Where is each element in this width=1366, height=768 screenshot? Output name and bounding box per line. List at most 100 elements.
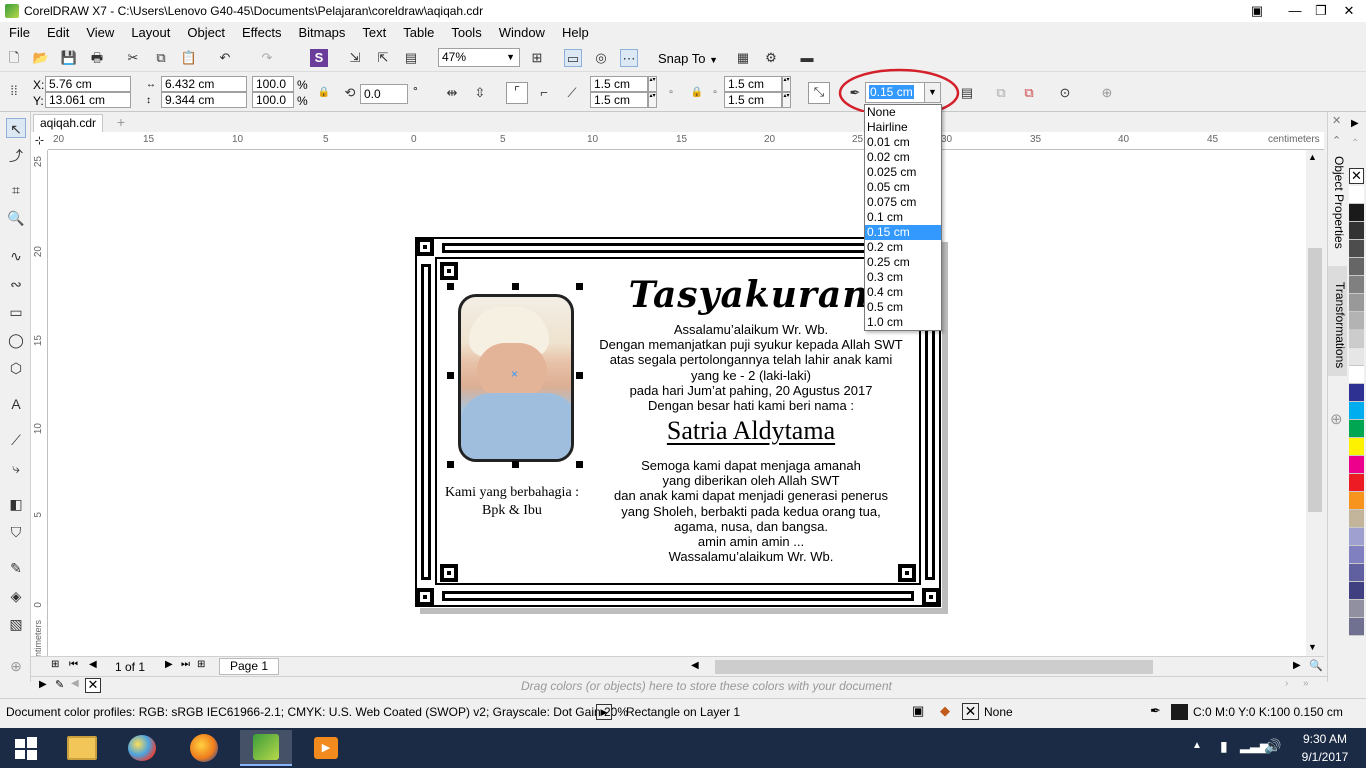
play-icon[interactable]: ▶ <box>596 704 612 720</box>
palette-menu-icon[interactable]: ▶ <box>1351 118 1359 129</box>
vertical-ruler[interactable]: 25 20 15 10 5 0 centimeters <box>31 150 48 667</box>
color-swatch[interactable] <box>1349 528 1364 546</box>
vertical-scrollbar[interactable]: ▲ ▼ <box>1306 150 1324 656</box>
object-properties-tab[interactable]: Object Properties <box>1330 156 1346 249</box>
paint-icon[interactable] <box>116 730 168 766</box>
palette-left-icon[interactable]: ◀ <box>71 678 79 689</box>
document-tab[interactable]: aqiqah.cdr <box>33 114 104 132</box>
full-screen-preview-icon[interactable]: ▭ <box>564 49 582 67</box>
firefox-icon[interactable] <box>178 730 230 766</box>
color-swatch[interactable] <box>1349 222 1364 240</box>
color-swatch[interactable] <box>1349 582 1364 600</box>
scale-width-field[interactable]: 100.0 <box>252 76 294 92</box>
card-body[interactable]: Assalamu’alaikum Wr. Wb. Dengan memanjat… <box>586 322 916 413</box>
relative-corner-icon[interactable]: ▫ <box>706 84 724 102</box>
new-document-icon[interactable]: 🗋 <box>5 49 23 67</box>
color-swatch[interactable] <box>1349 438 1364 456</box>
snap-to-dropdown[interactable]: Snap To ▼ <box>658 52 718 67</box>
outline-option[interactable]: 1.0 cm <box>865 315 941 330</box>
zoom-tool-icon[interactable]: 🔍 <box>6 208 26 228</box>
convert-to-curves-icon[interactable]: ⊙ <box>1056 84 1074 102</box>
connector-tool-icon[interactable]: ⤷ <box>6 458 26 478</box>
scroll-left-icon[interactable]: ◀ <box>691 660 699 671</box>
outline-option[interactable]: None <box>865 105 941 120</box>
crop-tool-icon[interactable]: ⌗ <box>6 180 26 200</box>
shape-tool-icon[interactable]: ⤴ <box>6 146 26 166</box>
paste-icon[interactable]: 📋 <box>180 49 198 67</box>
battery-icon[interactable]: ▮ <box>1220 738 1228 755</box>
menu-file[interactable]: File <box>0 25 38 40</box>
palette-scroll-right-icon[interactable]: › <box>1285 678 1288 689</box>
corner-tl-spinner[interactable]: ▴▾ <box>648 76 657 92</box>
outline-option[interactable]: 0.15 cm <box>865 225 941 240</box>
menu-tools[interactable]: Tools <box>442 25 489 40</box>
rotation-field[interactable]: 0.0 <box>360 84 408 104</box>
smart-fill-icon[interactable]: ▧ <box>6 614 26 634</box>
y-position-field[interactable]: 13.061 cm <box>45 92 131 108</box>
lock-ratio-icon[interactable]: 🔒 <box>315 84 333 102</box>
polygon-tool-icon[interactable]: ⬡ <box>6 358 26 378</box>
next-page-icon[interactable]: ▶ <box>165 659 173 670</box>
redo-icon[interactable]: ↷ <box>258 49 276 67</box>
no-fill-swatch[interactable]: ✕ <box>1349 168 1364 184</box>
transparency-icon[interactable]: ⛉ <box>6 522 26 542</box>
color-swatch[interactable] <box>1349 564 1364 582</box>
corner-radius-bottom-left[interactable]: 1.5 cm <box>590 92 648 108</box>
rectangle-tool-icon[interactable]: ▭ <box>6 302 26 322</box>
color-swatch[interactable] <box>1349 600 1364 618</box>
scroll-right-icon[interactable]: ▶ <box>1293 660 1301 671</box>
eyedropper-icon[interactable]: ✎ <box>55 678 64 691</box>
artistic-media-icon[interactable]: ∾ <box>6 274 26 294</box>
search-content-icon[interactable]: S <box>310 49 328 67</box>
print-icon[interactable]: 🖶 <box>88 49 106 67</box>
palette-scroll-up-icon[interactable]: ⌃ <box>1351 138 1359 149</box>
horizontal-scroll-thumb[interactable] <box>715 660 1153 674</box>
scroll-down-icon[interactable]: ▼ <box>1308 642 1317 652</box>
color-swatch[interactable] <box>1349 402 1364 420</box>
corner-radius-top-right[interactable]: 1.5 cm <box>724 76 782 92</box>
corner-lock-icon[interactable]: ▫ <box>662 84 680 102</box>
cut-icon[interactable]: ✂ <box>124 49 142 67</box>
ruler-origin-icon[interactable]: ⊹ <box>31 132 48 150</box>
welcome-screen-icon[interactable]: ▦ <box>734 49 752 67</box>
x-position-field[interactable]: 5.76 cm <box>45 76 131 92</box>
transformations-tab[interactable]: Transformations <box>1328 266 1347 376</box>
to-front-icon[interactable]: ⧉ <box>992 84 1010 102</box>
object-origin-icon[interactable]: ⁞⁞ <box>5 82 23 100</box>
palette-expand-icon[interactable]: » <box>1303 678 1309 689</box>
add-docker-icon[interactable]: ⊕ <box>1330 410 1343 428</box>
ellipse-tool-icon[interactable]: ◯ <box>6 330 26 350</box>
menu-bitmaps[interactable]: Bitmaps <box>289 25 353 40</box>
color-swatch[interactable] <box>1349 366 1364 384</box>
outline-option[interactable]: Hairline <box>865 120 941 135</box>
zoom-to-fit-icon[interactable]: ⊞ <box>528 49 546 67</box>
drawing-canvas[interactable]: × Tasyakuran Assalamu’alaikum Wr. Wb. De… <box>48 150 1306 656</box>
baby-name[interactable]: Satria Aldytama <box>586 416 916 446</box>
outline-option[interactable]: 0.02 cm <box>865 150 941 165</box>
document-palette[interactable]: ▶ ✎ ◀ ✕ Drag colors (or objects) here to… <box>31 676 1327 694</box>
undo-icon[interactable]: ↶ <box>216 49 234 67</box>
no-color-swatch[interactable]: ✕ <box>85 678 101 693</box>
color-swatch[interactable] <box>1349 420 1364 438</box>
close-docker-icon[interactable]: ✕ <box>1332 114 1341 127</box>
add-tool-icon[interactable]: ⊕ <box>6 656 26 676</box>
outline-option[interactable]: 0.4 cm <box>865 285 941 300</box>
drop-shadow-icon[interactable]: ◧ <box>6 494 26 514</box>
card-title[interactable]: Tasyakuran <box>604 274 894 316</box>
corner-radius-bottom-right[interactable]: 1.5 cm <box>724 92 782 108</box>
first-page-icon[interactable]: ⏮ <box>69 659 78 670</box>
scalloped-corner-icon[interactable]: ⌐ <box>535 84 553 102</box>
save-icon[interactable]: 💾 <box>60 49 78 67</box>
menu-edit[interactable]: Edit <box>38 25 77 40</box>
open-icon[interactable]: 📂 <box>32 49 50 67</box>
menu-view[interactable]: View <box>77 25 122 40</box>
show-grid-icon[interactable]: ⋯ <box>620 49 638 67</box>
menu-object[interactable]: Object <box>178 25 233 40</box>
user-icon[interactable]: ▣ <box>1240 0 1274 22</box>
eyedropper-icon[interactable]: ✎ <box>6 558 26 578</box>
color-swatch[interactable] <box>1349 204 1364 222</box>
color-swatch[interactable] <box>1349 330 1364 348</box>
edit-corners-together-icon[interactable]: 🔒 <box>688 84 706 102</box>
mirror-horizontal-icon[interactable]: ⇹ <box>443 84 461 102</box>
horizontal-ruler[interactable]: 20 15 10 5 0 5 10 15 20 25 30 35 40 45 c… <box>48 132 1324 150</box>
